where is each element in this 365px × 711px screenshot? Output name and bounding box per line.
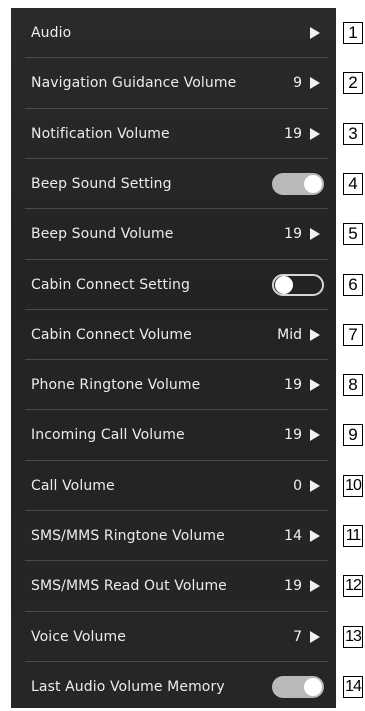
setting-row-phone-ringtone-volume[interactable]: Phone Ringtone Volume 19 [11, 360, 336, 410]
setting-value: 9 [293, 75, 302, 92]
setting-label: SMS/MMS Ringtone Volume [31, 528, 225, 544]
callout-number: 2 [343, 72, 363, 94]
play-arrow-icon[interactable] [310, 530, 320, 542]
sound-settings-panel: Audio Navigation Guidance Volume 9 Notifica… [11, 8, 336, 708]
callout-number: 8 [343, 374, 363, 396]
setting-label: Beep Sound Setting [31, 175, 172, 192]
toggle-switch-on[interactable] [272, 172, 324, 195]
callout-number: 13 [343, 626, 363, 648]
callout-number: 12 [343, 575, 363, 597]
play-arrow-icon[interactable] [310, 228, 320, 241]
setting-row-incoming-call-volume[interactable]: Incoming Call Volume 19 [11, 410, 336, 460]
setting-row-navigation-guidance-volume[interactable]: Navigation Guidance Volume 9 [11, 58, 336, 108]
setting-value: 14 [284, 528, 302, 544]
setting-row-sms-mms-read-out-volume[interactable]: SMS/MMS Read Out Volume 19 [11, 561, 336, 611]
callout-number: 5 [343, 223, 363, 245]
setting-label: Last Audio Volume Memory [31, 678, 225, 695]
play-arrow-icon[interactable] [310, 77, 320, 90]
setting-label: Voice Volume [31, 628, 126, 645]
setting-label: Phone Ringtone Volume [31, 377, 201, 394]
setting-row-notification-volume[interactable]: Notification Volume 19 [11, 109, 336, 159]
callout-number: 1 [343, 22, 363, 44]
play-arrow-icon[interactable] [310, 379, 320, 392]
setting-row-audio[interactable]: Audio [11, 8, 336, 58]
play-arrow-icon[interactable] [310, 630, 320, 643]
setting-row-voice-volume[interactable]: Voice Volume 7 [11, 612, 336, 662]
setting-label: Call Volume [31, 477, 115, 494]
setting-value: 19 [284, 578, 302, 595]
toggle-knob [304, 677, 322, 696]
play-arrow-icon[interactable] [310, 479, 320, 492]
toggle-knob [304, 174, 322, 193]
setting-row-cabin-connect-volume[interactable]: Cabin Connect Volume Mid [11, 310, 336, 360]
setting-label: Incoming Call Volume [31, 427, 185, 444]
setting-value: 7 [293, 628, 302, 645]
setting-label: Navigation Guidance Volume [31, 75, 237, 92]
play-arrow-icon[interactable] [310, 580, 320, 593]
toggle-knob [275, 275, 293, 294]
setting-row-beep-sound-setting[interactable]: Beep Sound Setting [11, 159, 336, 209]
setting-label: Beep Sound Volume [31, 226, 174, 243]
setting-value: 19 [284, 377, 302, 394]
callout-number: 9 [343, 424, 363, 446]
setting-row-last-audio-volume-memory[interactable]: Last Audio Volume Memory [11, 662, 336, 708]
play-arrow-icon[interactable] [310, 328, 320, 341]
toggle-switch-on[interactable] [272, 675, 324, 698]
setting-value: 0 [293, 477, 302, 494]
callout-number: 6 [343, 274, 363, 296]
setting-row-sms-mms-ringtone-volume[interactable]: SMS/MMS Ringtone Volume 14 [11, 511, 336, 561]
setting-label: Cabin Connect Volume [31, 326, 192, 343]
setting-label: SMS/MMS Read Out Volume [31, 578, 227, 595]
setting-label: Cabin Connect Setting [31, 276, 191, 293]
callout-number: 10 [343, 475, 363, 497]
play-arrow-icon[interactable] [310, 27, 320, 39]
setting-label: Notification Volume [31, 125, 170, 142]
callout-number: 14 [343, 676, 363, 698]
setting-value: Mid [277, 326, 302, 343]
setting-label: Audio [31, 25, 72, 41]
play-arrow-icon[interactable] [310, 429, 320, 442]
setting-value: 19 [284, 427, 302, 444]
callout-number: 4 [343, 173, 363, 195]
callout-number: 3 [343, 123, 363, 145]
play-arrow-icon[interactable] [310, 127, 320, 140]
setting-value: 19 [284, 226, 302, 243]
setting-value: 19 [284, 125, 302, 142]
setting-row-cabin-connect-setting[interactable]: Cabin Connect Setting [11, 260, 336, 310]
toggle-switch-off[interactable] [272, 273, 324, 296]
setting-row-call-volume[interactable]: Call Volume 0 [11, 461, 336, 511]
callout-number: 7 [343, 324, 363, 346]
setting-row-beep-sound-volume[interactable]: Beep Sound Volume 19 [11, 209, 336, 259]
callout-number: 11 [343, 525, 363, 547]
